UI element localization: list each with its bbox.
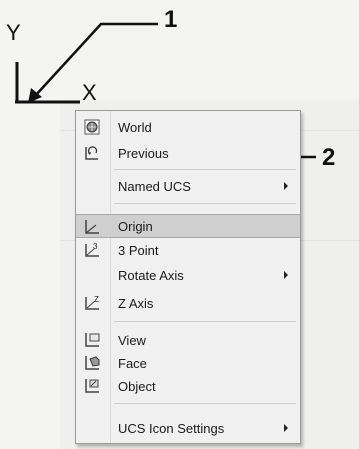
menu-item-label: World	[118, 119, 152, 135]
ucs-3point-icon: 3	[82, 241, 102, 259]
submenu-arrow-icon	[284, 182, 288, 190]
ucs-world-icon	[82, 118, 102, 136]
menu-separator	[114, 203, 296, 204]
ucs-object-icon	[82, 377, 102, 395]
menu-item-world[interactable]: World	[76, 115, 300, 139]
ucs-context-menu: World Previous Named UCS Origin 3 3 Poin…	[75, 110, 301, 444]
ucs-view-icon	[82, 331, 102, 349]
menu-item-origin[interactable]: Origin	[76, 214, 300, 238]
menu-item-label: Face	[118, 355, 147, 371]
callout-2-number: 2	[322, 144, 336, 171]
svg-text:Z: Z	[94, 295, 99, 304]
x-axis-label: X	[82, 80, 97, 105]
menu-item-view[interactable]: View	[76, 328, 300, 352]
menu-item-object[interactable]: Object	[76, 374, 300, 398]
menu-item-label: Object	[118, 378, 156, 394]
menu-item-label: Previous	[118, 145, 169, 161]
ucs-zaxis-icon: Z	[82, 294, 102, 312]
menu-item-label: Named UCS	[118, 178, 191, 194]
callout-1-number: 1	[164, 6, 178, 33]
ucs-origin-icon	[82, 218, 102, 236]
svg-text:3: 3	[93, 242, 98, 251]
menu-separator	[114, 169, 296, 170]
menu-separator	[114, 403, 296, 404]
ucs-face-icon	[82, 354, 102, 372]
submenu-arrow-icon	[284, 424, 288, 432]
menu-item-label: Origin	[118, 218, 153, 234]
menu-item-3-point[interactable]: 3 3 Point	[76, 238, 300, 262]
menu-item-previous[interactable]: Previous	[76, 141, 300, 165]
menu-item-named-ucs[interactable]: Named UCS	[76, 174, 300, 198]
menu-item-ucs-icon-settings[interactable]: UCS Icon Settings	[76, 416, 300, 440]
menu-item-label: Rotate Axis	[118, 267, 184, 283]
menu-item-label: UCS Icon Settings	[118, 420, 225, 436]
menu-item-label: View	[118, 332, 146, 348]
submenu-arrow-icon	[284, 271, 288, 279]
menu-item-label: Z Axis	[118, 295, 154, 311]
menu-item-rotate-axis[interactable]: Rotate Axis	[76, 263, 300, 287]
menu-item-label: 3 Point	[118, 242, 159, 258]
menu-separator	[114, 321, 296, 322]
ucs-previous-icon	[82, 144, 102, 162]
menu-item-z-axis[interactable]: Z Z Axis	[76, 291, 300, 315]
y-axis-label: Y	[6, 20, 21, 45]
menu-item-face[interactable]: Face	[76, 351, 300, 375]
